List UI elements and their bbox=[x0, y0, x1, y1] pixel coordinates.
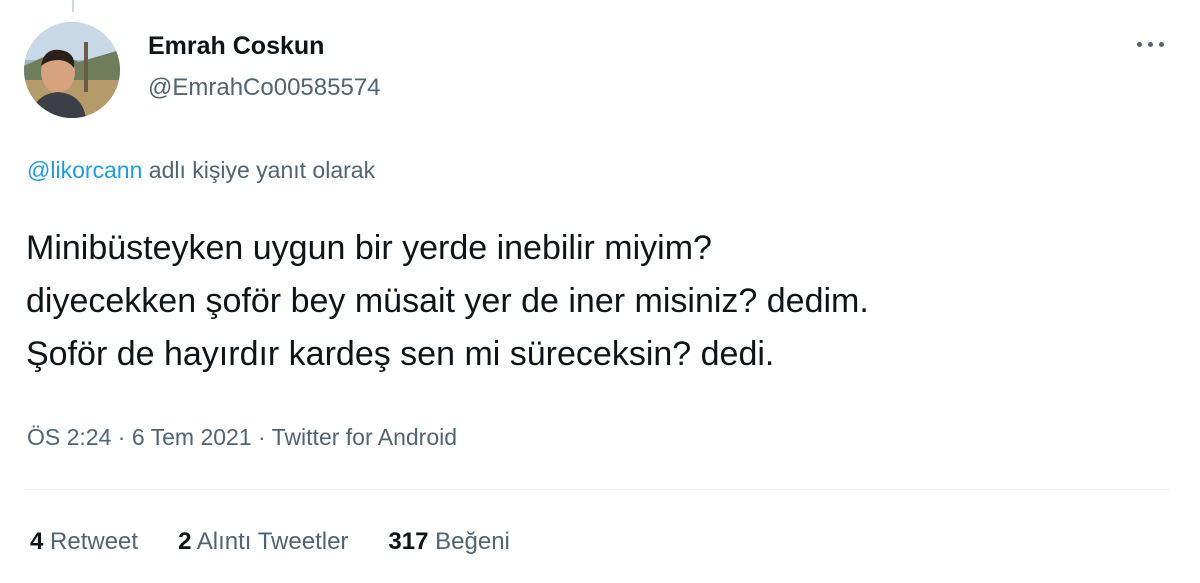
reply-mention-link[interactable]: @likorcann bbox=[27, 157, 142, 183]
more-horizontal-icon-dot bbox=[1147, 41, 1153, 47]
tweet-text-line: diyecekken şoför bey müsait yer de iner … bbox=[26, 282, 869, 320]
retweet-count[interactable]: 4 Retweet bbox=[30, 528, 138, 556]
user-handle[interactable]: @EmrahCo00585574 bbox=[148, 74, 381, 102]
tweet-source[interactable]: Twitter for Android bbox=[272, 424, 457, 450]
tweet-time[interactable]: ÖS 2:24 bbox=[27, 424, 111, 450]
thread-connector-line bbox=[72, 0, 74, 12]
tweet-text: Minibüsteyken uygun bir yerde inebilir m… bbox=[26, 222, 1186, 381]
tweet-date[interactable]: 6 Tem 2021 bbox=[132, 424, 252, 450]
like-count-label: Beğeni bbox=[435, 528, 510, 555]
quote-count[interactable]: 2 Alıntı Tweetler bbox=[178, 528, 348, 556]
more-options-button[interactable] bbox=[1128, 30, 1172, 58]
tweet-text-line: Şoför de hayırdır kardeş sen mi süreceks… bbox=[26, 335, 775, 373]
quote-count-number: 2 bbox=[178, 528, 192, 555]
quote-count-label: Alıntı Tweetler bbox=[196, 528, 349, 555]
tweet-metadata: ÖS 2:24 · 6 Tem 2021 · Twitter for Andro… bbox=[27, 424, 457, 451]
retweet-count-label: Retweet bbox=[50, 528, 139, 555]
more-horizontal-icon bbox=[1136, 41, 1142, 47]
divider bbox=[24, 489, 1170, 490]
meta-separator: · bbox=[117, 424, 126, 450]
more-horizontal-icon-dot bbox=[1158, 41, 1164, 47]
reply-context-text: adlı kişiye yanıt olarak bbox=[148, 157, 376, 183]
meta-separator: · bbox=[258, 424, 266, 450]
reply-context: @likorcann adlı kişiye yanıt olarak bbox=[27, 157, 375, 184]
retweet-count-number: 4 bbox=[30, 528, 44, 555]
like-count[interactable]: 317 Beğeni bbox=[388, 528, 509, 556]
avatar[interactable] bbox=[24, 22, 120, 118]
engagement-stats: 4 Retweet 2 Alıntı Tweetler 317 Beğeni bbox=[30, 528, 550, 556]
tweet-text-line: Minibüsteyken uygun bir yerde inebilir m… bbox=[26, 229, 712, 267]
display-name[interactable]: Emrah Coskun bbox=[148, 32, 324, 61]
like-count-number: 317 bbox=[388, 528, 429, 555]
